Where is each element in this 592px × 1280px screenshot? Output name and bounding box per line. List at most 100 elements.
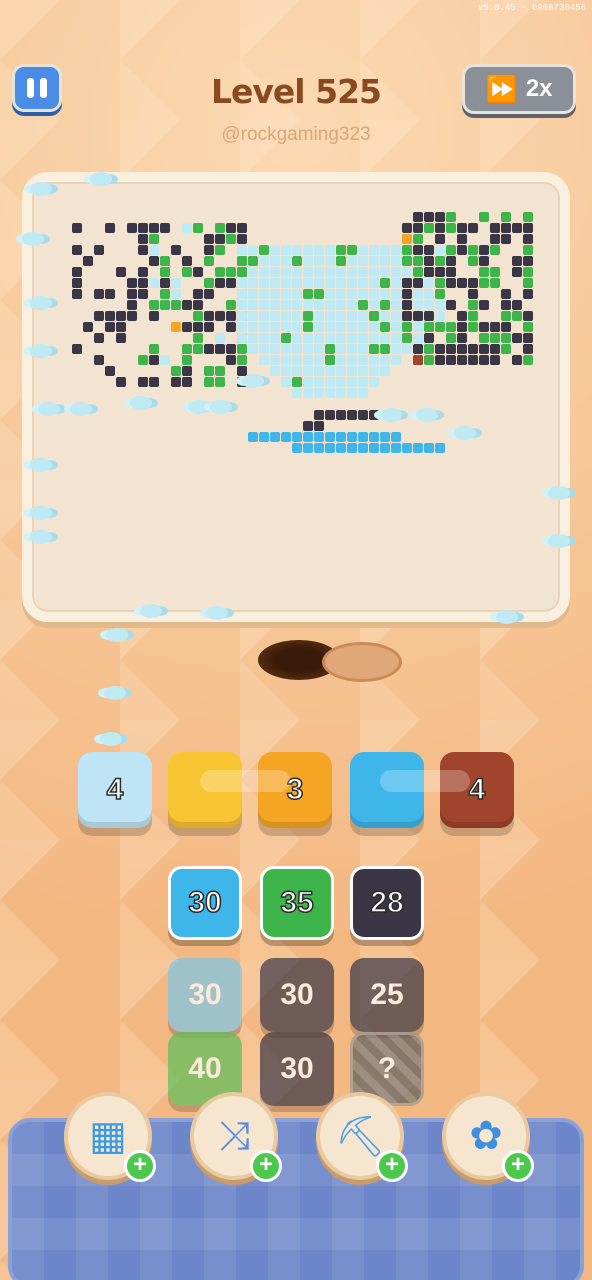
plus-icon: +	[376, 1150, 408, 1182]
pixel	[259, 333, 269, 343]
pixel	[259, 289, 269, 299]
pixel	[259, 267, 269, 277]
pixel	[292, 256, 302, 266]
pixel	[138, 278, 148, 288]
speed-button[interactable]: ⏩ 2x	[462, 64, 576, 114]
booster-button[interactable]: ▦ +	[64, 1092, 156, 1182]
pixel	[413, 311, 423, 321]
pixel	[237, 311, 247, 321]
pixel	[435, 256, 445, 266]
pixel	[435, 322, 445, 332]
queue-slot: 4	[78, 752, 152, 828]
pixel	[72, 344, 82, 354]
pixel	[303, 344, 313, 354]
pixel	[160, 289, 170, 299]
pixel	[149, 278, 159, 288]
pixel	[446, 300, 456, 310]
pixel	[457, 234, 467, 244]
pixel	[292, 300, 302, 310]
tile-stack[interactable]: 35	[260, 866, 334, 940]
pixel	[336, 355, 346, 365]
ant-icon	[70, 402, 92, 416]
pixel	[226, 234, 236, 244]
pixel	[138, 377, 148, 387]
booster-button[interactable]: ✿ +	[442, 1092, 534, 1182]
pixel	[380, 322, 390, 332]
pixel	[424, 344, 434, 354]
pixel	[160, 355, 170, 365]
pixel	[336, 333, 346, 343]
ant-icon	[380, 408, 402, 422]
pixel	[270, 256, 280, 266]
ant-icon	[90, 172, 112, 186]
pixel	[457, 278, 467, 288]
pixel	[325, 245, 335, 255]
tile-stack[interactable]: 28	[350, 866, 424, 940]
pixel	[182, 344, 192, 354]
pixel	[292, 333, 302, 343]
pixel	[380, 366, 390, 376]
plus-icon: +	[502, 1150, 534, 1182]
booster-button[interactable]: ⤨ +	[190, 1092, 282, 1182]
ant-icon	[22, 232, 44, 246]
pixel	[303, 388, 313, 398]
pixel	[193, 344, 203, 354]
pixel	[105, 289, 115, 299]
pixel	[490, 223, 500, 233]
pixel	[523, 289, 533, 299]
pixel	[270, 300, 280, 310]
pixel	[479, 278, 489, 288]
pixel	[457, 245, 467, 255]
pixel	[292, 366, 302, 376]
pixel	[303, 289, 313, 299]
pixel	[248, 311, 258, 321]
pixel	[325, 311, 335, 321]
pixel	[248, 278, 258, 288]
tile-stack[interactable]: 30	[260, 958, 334, 1032]
pixel	[490, 333, 500, 343]
pixel	[303, 311, 313, 321]
pixel	[479, 333, 489, 343]
pixel	[325, 432, 335, 442]
pixel	[83, 322, 93, 332]
pixel	[380, 333, 390, 343]
pixel	[501, 333, 511, 343]
pixel	[215, 377, 225, 387]
pixel	[468, 322, 478, 332]
pixel	[490, 245, 500, 255]
pixel	[358, 300, 368, 310]
pixel	[435, 245, 445, 255]
tile-stack[interactable]: 30	[168, 866, 242, 940]
pixel	[127, 289, 137, 299]
pixel	[468, 223, 478, 233]
pixel	[248, 432, 258, 442]
pixel	[237, 355, 247, 365]
pixel	[523, 322, 533, 332]
tile-stack[interactable]: 25	[350, 958, 424, 1032]
plus-icon: +	[124, 1150, 156, 1182]
pixel	[490, 278, 500, 288]
pixel	[215, 344, 225, 354]
pixel	[391, 355, 401, 365]
pixel	[413, 234, 423, 244]
pixel	[182, 256, 192, 266]
pixel	[281, 344, 291, 354]
pixel	[160, 256, 170, 266]
booster-button[interactable]: ⛏ +	[316, 1092, 408, 1182]
pixel	[325, 289, 335, 299]
pixel	[259, 344, 269, 354]
pixel	[358, 322, 368, 332]
pixel	[237, 344, 247, 354]
pixel	[226, 344, 236, 354]
pixel	[314, 278, 324, 288]
tile-stack[interactable]: 30	[260, 1032, 334, 1106]
pixel	[215, 366, 225, 376]
pixel	[435, 234, 445, 244]
tile-stack[interactable]: 30	[168, 958, 242, 1032]
pixel	[270, 355, 280, 365]
pixel	[259, 432, 269, 442]
pixel	[171, 377, 181, 387]
tile-count: 30	[280, 978, 314, 1011]
pixel	[248, 344, 258, 354]
pixel	[336, 256, 346, 266]
